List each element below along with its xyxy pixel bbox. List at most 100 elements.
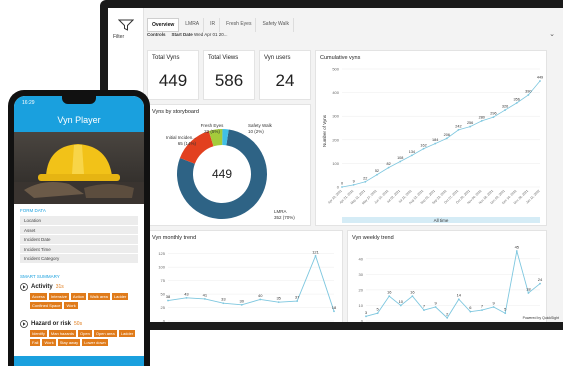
data-point — [422, 147, 425, 150]
play-icon[interactable] — [20, 320, 28, 328]
controls-bar: Controls Start Date Wed Apr 01 20... — [147, 32, 227, 37]
data-point — [457, 298, 460, 301]
app-title: Vyn Player — [14, 110, 144, 132]
data-label: 108 — [397, 156, 403, 160]
y-tick-label: 100 — [332, 161, 339, 166]
monthly-chart[interactable]: 02550751001253843 4133 304035 3712118 — [148, 231, 344, 322]
tag-pill[interactable]: Action — [70, 293, 87, 300]
tab-fresh-eyes[interactable]: Fresh Eyes — [222, 18, 257, 32]
data-label: 3 — [365, 310, 368, 315]
phone-screen: 16:29 Vyn Player FORM DATA Location Asse… — [14, 96, 144, 366]
tab-lmra[interactable]: LMRA — [181, 18, 205, 32]
y-tick-label: 400 — [332, 90, 339, 95]
data-label: 33 — [221, 297, 226, 302]
y-tick-label: 125 — [158, 251, 165, 256]
data-label: 10 — [399, 299, 404, 304]
data-point — [423, 309, 425, 312]
data-point — [539, 80, 541, 82]
activity-row[interactable]: Activity 31s — [20, 283, 64, 291]
y-tick-label: 25 — [161, 305, 166, 310]
start-date-label: Start Date — [171, 32, 193, 37]
tag-pill[interactable]: Ladder — [111, 293, 129, 300]
donut-card: Vyns by storyboard 449 LMRA 352 (70%) Initi… — [147, 104, 311, 226]
tag-pill[interactable]: Identify — [30, 330, 47, 337]
filter-label: Filter — [113, 34, 125, 40]
y-tick-label: 100 — [158, 265, 165, 270]
tag-pill[interactable]: Work — [64, 302, 78, 309]
filter-icon[interactable] — [118, 19, 134, 31]
tag-pill[interactable]: Work — [42, 339, 56, 346]
kpi-label: Total Vyns — [152, 55, 180, 61]
tag-pill[interactable]: Fall — [30, 339, 41, 346]
tab-overview[interactable]: Overview — [147, 18, 180, 32]
kpi-label: Vyn users — [264, 55, 291, 61]
monitor-frame: Filter Overview LMRA IR Fresh Eyes Safet… — [100, 0, 563, 330]
data-label: 256 — [467, 121, 473, 125]
tag-pill[interactable]: Stay away — [57, 339, 81, 346]
field-asset[interactable]: Asset — [20, 225, 138, 236]
tag-pill[interactable]: Man hazards — [48, 330, 77, 337]
tab-ir[interactable]: IR — [206, 18, 221, 32]
data-label: 356 — [514, 97, 520, 101]
tag-pill[interactable]: Confined Space — [30, 302, 63, 309]
y-tick-label: 20 — [359, 287, 364, 292]
tag-pill[interactable]: Open — [78, 330, 92, 337]
slice-label: 10 (2%) — [248, 129, 264, 134]
data-point — [203, 298, 206, 300]
stage: Filter Overview LMRA IR Fresh Eyes Safet… — [0, 0, 563, 366]
tag-pill[interactable]: Walk area — [88, 293, 110, 300]
field-incident-category[interactable]: Incident Category — [20, 254, 138, 264]
tab-safety-walk[interactable]: Safety Walk — [258, 18, 294, 32]
data-point — [222, 302, 225, 305]
activity-tags: Access Intensive Action Walk area Ladder… — [30, 293, 140, 309]
data-label: 30 — [240, 298, 245, 303]
dashboard-screen: Filter Overview LMRA IR Fresh Eyes Safet… — [108, 8, 563, 322]
donut-chart[interactable]: 449 LMRA352 (70%) Initial Inciden...65 (14… — [148, 105, 312, 227]
field-location[interactable]: Location — [20, 216, 138, 226]
tag-pill[interactable]: Access — [30, 293, 47, 300]
field-incident-date[interactable]: Incident Date — [20, 235, 138, 245]
kpi-total-vyns: Total Vyns 449 — [147, 50, 199, 100]
start-date-control[interactable]: Start Date Wed Apr 01 20... — [172, 32, 228, 37]
kpi-value: 24 — [275, 71, 295, 90]
phone-frame: 16:29 Vyn Player FORM DATA Location Asse… — [8, 90, 150, 366]
slice-label: 65 (14%) — [178, 141, 197, 146]
data-point — [469, 125, 472, 128]
play-icon[interactable] — [20, 283, 28, 291]
slice-label: Initial Inciden... — [166, 135, 196, 140]
data-label: 18 — [526, 287, 531, 292]
tag-pill[interactable]: Open area — [93, 330, 117, 337]
hazard-row[interactable]: Hazard or risk 50s — [20, 320, 82, 328]
field-incident-time[interactable]: Incident Time — [20, 244, 138, 255]
data-point — [527, 292, 530, 294]
data-point — [333, 310, 335, 313]
tag-pill[interactable]: Lower down — [82, 339, 108, 346]
data-point — [434, 306, 437, 308]
slice-label: Fresh Eyes — [201, 123, 225, 128]
data-point — [259, 298, 262, 301]
y-tick-label: 0 — [163, 319, 166, 323]
slice-label: 352 (70%) — [274, 215, 295, 220]
data-label: 242 — [455, 124, 461, 128]
tag-pill[interactable]: Ladder — [118, 330, 136, 337]
data-point — [410, 154, 413, 157]
smart-summary-heading: SMART SUMMARY — [20, 274, 60, 279]
data-label: 41 — [203, 292, 208, 297]
hardhat-image — [14, 132, 144, 204]
data-point — [399, 160, 402, 163]
data-point — [399, 304, 402, 307]
data-label: 45 — [515, 245, 520, 250]
chevron-down-icon[interactable]: ⌄ — [549, 30, 555, 38]
data-point — [481, 309, 483, 312]
tag-pill[interactable]: Intensive — [48, 293, 69, 300]
weekly-card: Vyn weekly trend 0 10 20 30 40 3 5 16 10 16 7 9 2 14 6… — [347, 230, 547, 322]
series-line — [167, 254, 335, 312]
weekly-chart[interactable]: 01020304035161016792146 795451824 — [348, 231, 548, 323]
y-tick-label: 30 — [359, 272, 364, 277]
data-point — [445, 137, 448, 140]
data-point — [492, 116, 495, 119]
hazard-tags: Identify Man hazards Open Open area Ladd… — [30, 330, 140, 346]
data-point — [492, 306, 495, 308]
y-tick-label: 75 — [161, 278, 166, 283]
cumulative-chart[interactable]: 0100200300400500092252821081341621842062… — [316, 51, 548, 227]
